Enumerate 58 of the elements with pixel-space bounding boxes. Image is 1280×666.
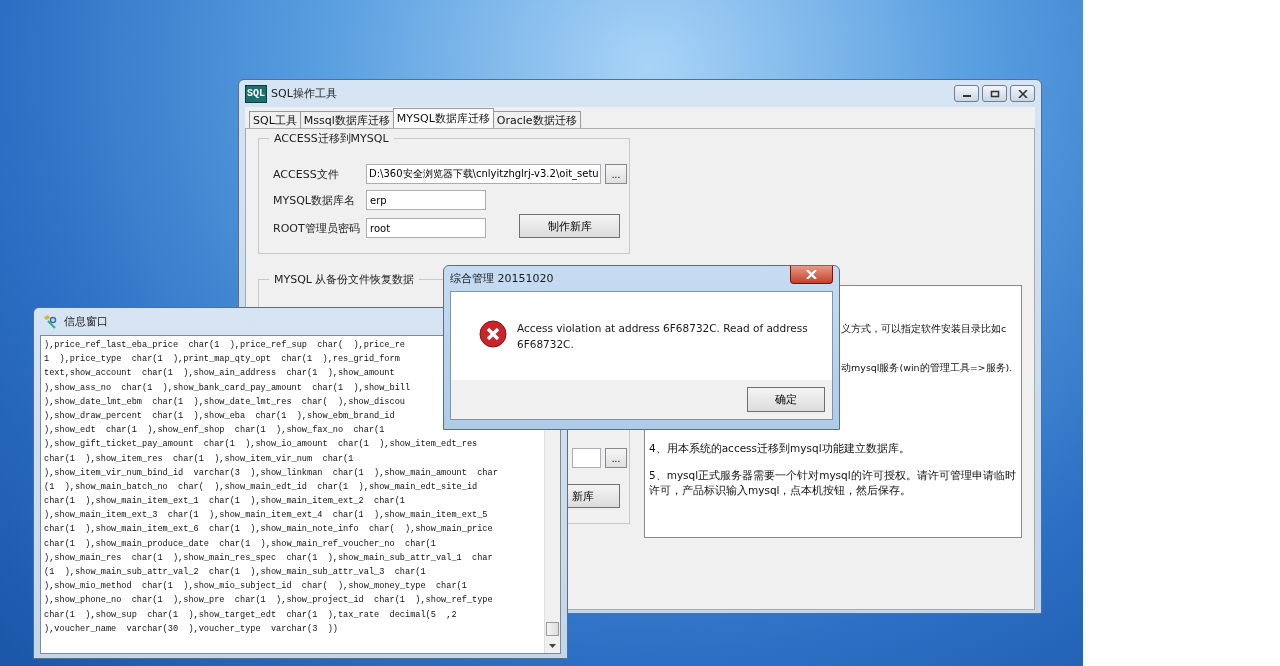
group-title: MYSQL 从备份文件恢复数据 xyxy=(269,272,420,287)
log-line: (1 ),show_main_sub_attr_val_2 char(1 ),show_main_sub_attr_val_3 char(1 xyxy=(44,566,426,579)
log-line: ),show_ass_no char(1 ),show_bank_card_pay_amount char(1 ),show_bill xyxy=(44,381,411,395)
log-line: (1 ),show_main_batch_no char( ),show_main_edt_id char(1 ),show_main_edt_site_id xyxy=(44,480,478,494)
group-title: ACCESS迁移到MYSQL xyxy=(269,131,394,146)
log-line: ),show_mio_method char(1 ),show_mio_subject_id char( ),show_money_type char(1 xyxy=(44,580,467,594)
window-title: 信息窗口 xyxy=(64,314,108,329)
close-icon xyxy=(1017,89,1028,98)
log-line: char(1 ),show_main_item_ext_1 char(1 ),show_main_item_ext_2 char(1 xyxy=(44,495,405,509)
log-line: ),show_main_item_ext_3 char(1 ),show_main_item_ext_4 char(1 ),show_main_item_ext_5 xyxy=(44,509,488,523)
log-line: char(1 ),show_sup char(1 ),show_target_edt char(1 ),tax_rate decimal(5 ,2 xyxy=(44,608,457,622)
text-field[interactable]: D:\360安全浏览器下载\cnlyitzhglrj-v3.2\oit_setu xyxy=(366,164,601,184)
error-icon xyxy=(479,320,507,348)
log-line: 1 ),price_type char(1 ),print_map_qty_opt char(1 ),res_grid_form xyxy=(44,353,400,367)
scrollbar-thumb[interactable] xyxy=(546,622,559,636)
log-line: ),show_date_lmt_ebm char(1 ),show_date_lmt_res char( ),show_discou xyxy=(44,395,405,409)
tab[interactable]: SQL工具 xyxy=(249,111,301,128)
log-line: ),show_main_res char(1 ),show_main_res_spec char(1 ),show_main_sub_attr_val_1 char xyxy=(44,551,493,565)
log-line: ),price_ref_last_eba_price char(1 ),price_ref_sup char( ),price_re xyxy=(44,339,405,352)
tab[interactable]: MYSQL数据库迁移 xyxy=(392,108,494,128)
field-label: ACCESS文件 xyxy=(273,166,340,182)
text-field[interactable] xyxy=(572,448,601,468)
help-text: 义方式，可以指定软件安装目录比如c xyxy=(841,322,1008,336)
close-button[interactable] xyxy=(790,266,833,284)
maximize-button[interactable] xyxy=(982,85,1007,102)
field-label: ROOT管理员密码 xyxy=(273,220,361,236)
dialog-title: 综合管理 20151020 xyxy=(450,271,554,286)
text-field[interactable]: erp xyxy=(366,190,486,210)
create-database-button[interactable]: 制作新库 xyxy=(519,214,620,238)
log-line: text,show_account char(1 ),show_ain_address char(1 ),show_amount xyxy=(44,367,395,381)
tab[interactable]: Mssql数据库迁移 xyxy=(299,111,394,128)
log-line: ),show_phone_no char(1 ),show_pre char(1 ),show_project_id char(1 ),show_ref_type xyxy=(44,594,493,608)
log-line: char(1 ),show_main_produce_date char(1 ),show_main_ref_voucher_no char(1 xyxy=(44,537,436,551)
log-line: ),show_edt char(1 ),show_enf_shop char(1 ),show_fax_no char(1 xyxy=(44,424,385,438)
app-logo: SQL xyxy=(245,84,267,103)
minimize-button[interactable] xyxy=(954,85,979,102)
log-line: char(1 ),show_main_item_ext_6 char(1 ),show_main_note_info char( ),show_main_price xyxy=(44,523,493,537)
error-message: Access violation at address 6F68732C. Read of address 6F68732C. xyxy=(517,321,809,352)
log-line: ),show_gift_ticket_pay_amount char(1 ),show_io_amount char(1 ),show_item_edt_res xyxy=(44,438,478,452)
tab[interactable]: Oracle数据迁移 xyxy=(492,111,581,128)
text-field[interactable]: root xyxy=(366,218,486,238)
help-text: 4、用本系统的access迁移到mysql功能建立数据库。 xyxy=(649,441,911,456)
browse-button[interactable]: ... xyxy=(605,448,627,468)
down-arrow-icon[interactable] xyxy=(548,643,557,649)
log-line: ),show_item_vir_num_bind_id varchar(3 ),show_linkman char(1 ),show_main_amount char xyxy=(44,466,498,480)
ok-button[interactable]: 确定 xyxy=(747,387,825,412)
log-line: ),voucher_name varchar(30 ),voucher_type varchar(3 )) xyxy=(44,622,338,636)
field-label: MYSQL数据库名 xyxy=(273,192,356,208)
window-title: SQL操作工具 xyxy=(271,86,337,101)
close-button[interactable] xyxy=(1010,85,1035,102)
log-line: ),show_draw_percent char(1 ),show_eba char(1 ),show_ebm_brand_id xyxy=(44,409,395,423)
close-icon xyxy=(806,270,817,279)
browse-button[interactable]: ... xyxy=(605,164,627,184)
help-text: 动mysql服务(win的管理工具=>服务). xyxy=(841,361,1014,375)
tools-icon xyxy=(42,313,58,330)
maximize-icon xyxy=(989,89,1000,98)
log-line: char(1 ),show_item_res char(1 ),show_item_vir_num char(1 xyxy=(44,452,354,466)
help-text: 5、mysql正式服务器需要一个针对mysql的许可授权。请许可管理申请临时许可，产品标识输入mysql，点本机按钮，然后保存。 xyxy=(649,468,1017,498)
